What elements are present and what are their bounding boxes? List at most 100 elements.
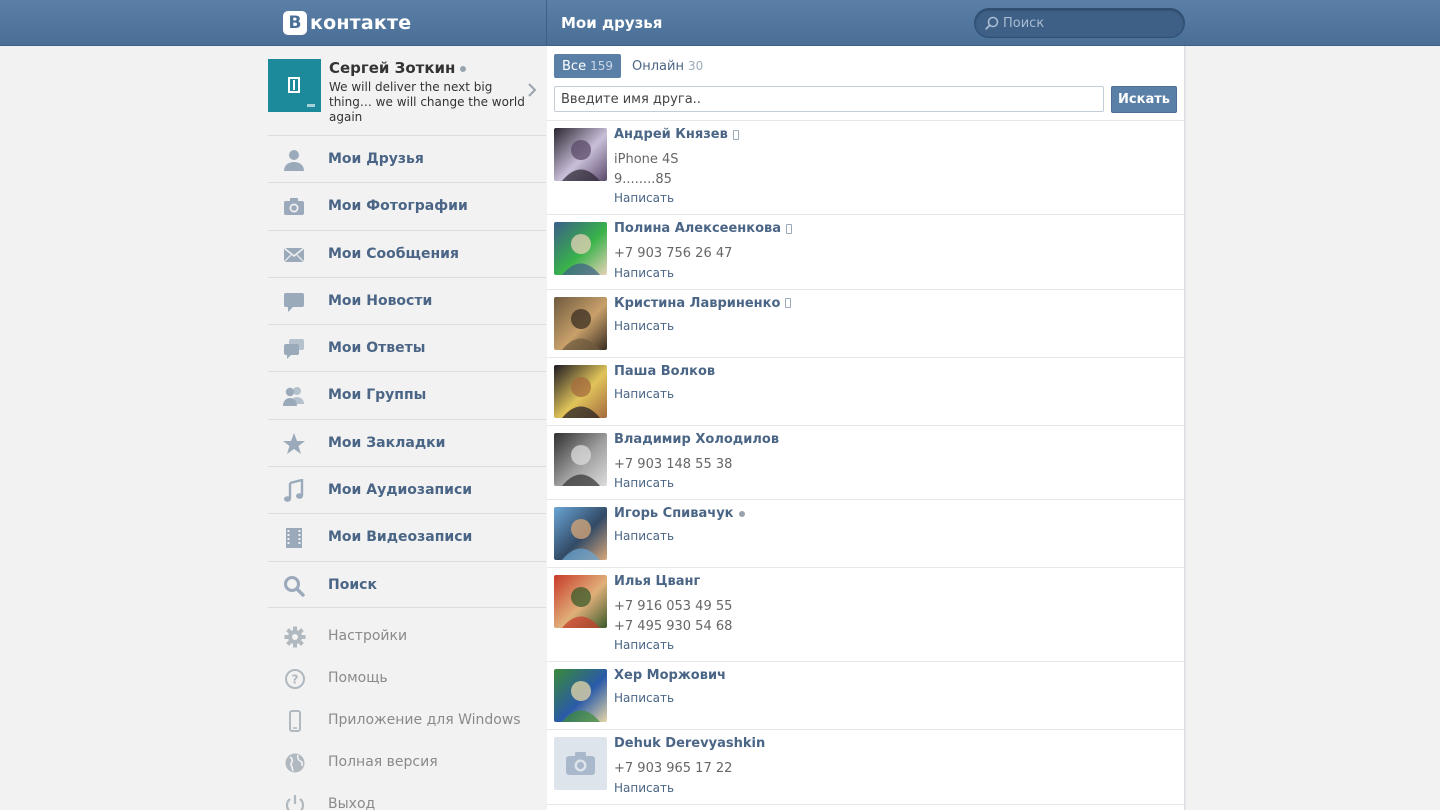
profile-status: We will deliver the next big thing… we w… (329, 80, 525, 124)
avatar-photo (562, 681, 600, 722)
person-icon (282, 148, 306, 172)
tab-count: 30 (687, 59, 704, 73)
write-message-link[interactable]: Написать (614, 781, 674, 795)
tab-online[interactable]: Онлайн 30 (624, 54, 711, 78)
write-message-link[interactable]: Написать (614, 638, 674, 652)
avatar[interactable] (268, 59, 321, 112)
write-message-link[interactable]: Написать (614, 191, 674, 205)
friend-name[interactable]: Игорь Спивачук (614, 506, 745, 521)
sidebar-item-10[interactable]: Поиск (268, 560, 546, 608)
avatar[interactable] (554, 222, 607, 275)
avatar[interactable] (554, 507, 607, 560)
main-menu: Мои Друзья Мои Фотографии Мои Сообщения Мои… (268, 135, 546, 608)
friend-name-text: Паша Волков (614, 363, 716, 379)
secondary-item-label: Полная версия (328, 754, 438, 770)
sidebar-item-label: Поиск (328, 576, 377, 593)
friend-name-text: Андрей Князев (614, 127, 728, 142)
secondary-item-1[interactable]: Настройки (268, 616, 546, 658)
top-header: В контакте Мои друзья (0, 0, 1440, 46)
help-icon: ? (284, 668, 306, 690)
avatar[interactable] (554, 432, 607, 486)
secondary-item-label: Настройки (328, 628, 408, 644)
friend-info-line: iPhone 4S (614, 152, 679, 167)
avatar-photo (562, 444, 600, 486)
avatar[interactable] (554, 364, 607, 418)
logo-text: контакте (310, 12, 412, 34)
friend-name[interactable]: Dehuk Derevyashkin (614, 736, 765, 751)
music-note-icon (282, 478, 306, 503)
tab-label: Онлайн (631, 59, 684, 74)
power-icon (284, 794, 306, 810)
svg-text:?: ? (292, 673, 299, 687)
sidebar-item-3[interactable]: Мои Сообщения (268, 229, 546, 277)
avatar[interactable] (554, 296, 607, 350)
envelope-icon (282, 243, 306, 267)
sidebar-item-label: Мои Аудиозаписи (328, 482, 473, 499)
sidebar-item-7[interactable]: Мои Закладки (268, 418, 546, 466)
sidebar: Сергей Зоткин We will deliver the next b… (268, 46, 546, 810)
tab-all[interactable]: Все 159 (554, 54, 621, 78)
friend-search-input[interactable] (554, 86, 1104, 112)
write-message-link[interactable]: Написать (614, 476, 674, 490)
global-search-input[interactable] (1003, 14, 1173, 32)
mobile-icon (732, 129, 739, 140)
friend-name[interactable]: Илья Цванг (614, 574, 700, 589)
list-item: Кристина Лавриненко Написать (547, 290, 1184, 358)
chevron-right-icon[interactable] (528, 83, 536, 97)
list-item: Dehuk Derevyashkin +7 903 965 17 22 Написа… (547, 730, 1184, 805)
vk-logo[interactable]: В контакте (283, 11, 411, 35)
friend-name[interactable]: Полина Алексеенкова (614, 221, 793, 236)
secondary-item-2[interactable]: ? Помощь (268, 658, 546, 700)
sidebar-item-9[interactable]: Мои Видеозаписи (268, 513, 546, 560)
friend-name-text: Илья Цванг (614, 574, 701, 589)
sidebar-item-5[interactable]: Мои Ответы (268, 324, 546, 371)
friend-name-text: Dehuk Derevyashkin (614, 736, 766, 751)
profile-logo-caption (307, 104, 315, 107)
avatar[interactable] (554, 128, 607, 181)
friend-name[interactable]: Хер Моржович (614, 668, 726, 683)
friend-info-line: +7 916 053 49 55 (614, 599, 733, 614)
header-divider (546, 0, 547, 46)
sidebar-item-6[interactable]: Мои Группы (268, 371, 546, 418)
film-icon (282, 526, 306, 550)
secondary-item-3[interactable]: Приложение для Windows (268, 700, 546, 742)
profile-name[interactable]: Сергей Зоткин (329, 59, 467, 77)
friend-info-line: +7 495 930 54 68 (614, 618, 733, 634)
chat-bubbles-icon (282, 337, 306, 361)
avatar[interactable] (554, 575, 607, 628)
friend-name[interactable]: Паша Волков (614, 364, 715, 379)
global-search[interactable] (974, 8, 1185, 38)
search-icon (282, 574, 306, 598)
secondary-item-5[interactable]: Выход (268, 784, 546, 810)
friend-name[interactable]: Кристина Лавриненко (614, 296, 792, 311)
search-icon (985, 16, 999, 30)
secondary-item-4[interactable]: Полная версия (268, 742, 546, 784)
list-item: Илья Цванг +7 916 053 49 55 +7 495 930 54 … (547, 568, 1184, 662)
write-message-link[interactable]: Написать (614, 319, 674, 333)
sidebar-item-label: Мои Друзья (328, 151, 424, 167)
sidebar-item-2[interactable]: Мои Фотографии (268, 182, 546, 229)
sidebar-item-8[interactable]: Мои Аудиозаписи (268, 466, 546, 513)
profile-card[interactable]: Сергей Зоткин We will deliver the next b… (268, 59, 546, 124)
sidebar-item-1[interactable]: Мои Друзья (268, 135, 546, 182)
tab-count: 159 (590, 59, 613, 73)
friend-list: Андрей Князев iPhone 4S 9........85 Написат… (547, 120, 1184, 805)
secondary-item-label: Приложение для Windows (328, 712, 521, 728)
friend-info-line: 9........85 (614, 171, 672, 187)
search-button[interactable]: Искать (1111, 86, 1177, 113)
profile-logo-icon (288, 77, 300, 93)
friend-name[interactable]: Андрей Князев (614, 127, 739, 142)
list-item: Полина Алексеенкова +7 903 756 26 47 Напис… (547, 215, 1184, 290)
friend-name[interactable]: Владимир Холодилов (614, 432, 779, 447)
write-message-link[interactable]: Написать (614, 691, 674, 705)
write-message-link[interactable]: Написать (614, 387, 674, 401)
avatar[interactable] (554, 669, 607, 722)
sidebar-item-4[interactable]: Мои Новости (268, 276, 546, 324)
write-message-link[interactable]: Написать (614, 529, 674, 543)
avatar[interactable] (554, 737, 607, 790)
speech-bubble-icon (282, 290, 306, 314)
write-message-link[interactable]: Написать (614, 266, 674, 280)
friend-info-line: +7 903 965 17 22 (614, 761, 733, 776)
mobile-icon (785, 298, 792, 308)
friend-info: +7 903 965 17 22 (614, 759, 732, 779)
